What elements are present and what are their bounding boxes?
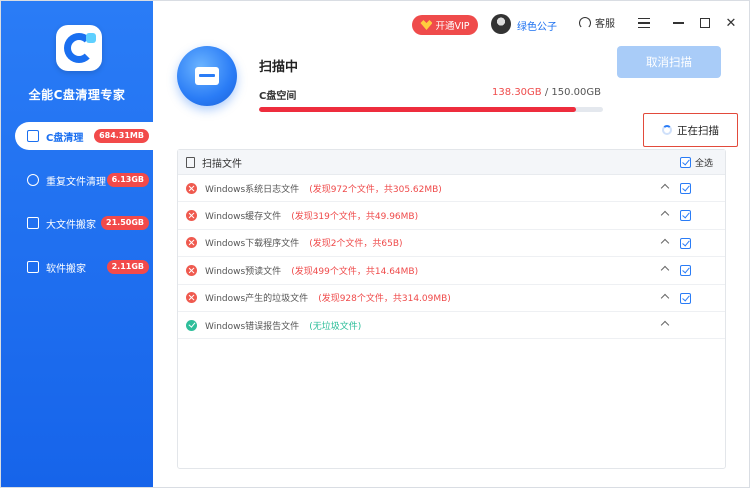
checkbox[interactable] bbox=[680, 237, 691, 249]
error-circle-icon bbox=[186, 210, 197, 222]
disk-separator: / bbox=[541, 87, 552, 98]
spinner-icon bbox=[662, 125, 672, 135]
item-name: Windows下载程序文件 bbox=[205, 239, 300, 250]
disk-space-values: 138.30GB / 150.00GB bbox=[492, 87, 601, 98]
list-item[interactable]: Windows系统日志文件 (发现972个文件，共305.62MB) bbox=[178, 175, 725, 203]
checkbox[interactable] bbox=[679, 157, 691, 168]
error-circle-icon bbox=[186, 237, 197, 249]
error-circle-icon bbox=[186, 182, 197, 194]
item-name: Windows预读文件 bbox=[205, 266, 282, 277]
chevron-up-icon[interactable] bbox=[660, 183, 670, 193]
vip-label: 开通VIP bbox=[435, 21, 470, 32]
sidebar: 全能C盘清理专家 C盘清理 684.31MB 重复文件清理 6.13GB 大文件… bbox=[1, 1, 153, 487]
logo-sparkle-icon bbox=[86, 33, 96, 43]
minimize-button[interactable] bbox=[669, 14, 687, 32]
item-name: Windows错误报告文件 bbox=[205, 321, 300, 332]
item-detail: (发现319个文件，共49.96MB) bbox=[291, 212, 419, 223]
scan-title: 扫描中 bbox=[259, 60, 299, 75]
headset-icon bbox=[579, 16, 591, 29]
diamond-icon bbox=[420, 20, 433, 30]
item-detail: (发现2个文件，共65B) bbox=[309, 239, 403, 250]
chevron-up-icon[interactable] bbox=[660, 265, 670, 275]
move-file-icon bbox=[27, 217, 39, 229]
menu-icon bbox=[638, 18, 650, 28]
sidebar-item-software-move[interactable]: 软件搬家 2.11GB bbox=[15, 253, 153, 281]
checkbox[interactable] bbox=[680, 210, 691, 222]
checkbox[interactable] bbox=[680, 265, 691, 277]
sidebar-item-large-file-move[interactable]: 大文件搬家 21.50GB bbox=[15, 209, 153, 237]
scan-file-list: Windows系统日志文件 (发现972个文件，共305.62MB) Windows… bbox=[178, 175, 725, 340]
app-logo bbox=[56, 25, 102, 71]
software-icon bbox=[27, 261, 39, 273]
sidebar-item-duplicate-clean[interactable]: 重复文件清理 6.13GB bbox=[15, 166, 153, 194]
error-circle-icon bbox=[186, 264, 197, 276]
avatar[interactable] bbox=[491, 14, 511, 34]
item-detail: (发现499个文件，共14.64MB) bbox=[291, 266, 419, 277]
size-badge: 21.50GB bbox=[101, 216, 149, 230]
scan-file-panel: 扫描文件 全选 Windows系统日志文件 (发现972个文件，共305.62MB… bbox=[177, 149, 726, 469]
error-circle-icon bbox=[186, 292, 197, 304]
drive-icon bbox=[195, 67, 219, 85]
service-label: 客服 bbox=[595, 19, 615, 30]
panel-header: 扫描文件 全选 bbox=[178, 150, 725, 175]
scan-status: 正在扫描 bbox=[643, 113, 738, 147]
scan-disk-icon bbox=[177, 46, 237, 106]
item-detail: (无垃圾文件) bbox=[309, 321, 362, 332]
check-circle-icon bbox=[186, 319, 197, 331]
disk-used: 138.30GB bbox=[492, 87, 542, 98]
chevron-up-icon[interactable] bbox=[660, 238, 670, 248]
item-name: Windows产生的垃圾文件 bbox=[205, 294, 309, 305]
list-item[interactable]: Windows错误报告文件 (无垃圾文件) bbox=[178, 312, 725, 340]
item-name: Windows缓存文件 bbox=[205, 212, 282, 223]
close-button[interactable]: ✕ bbox=[722, 14, 740, 32]
item-detail: (发现928个文件，共314.09MB) bbox=[318, 294, 451, 305]
size-badge: 2.11GB bbox=[106, 260, 149, 274]
scan-status-label: 正在扫描 bbox=[677, 124, 719, 137]
app-window: 全能C盘清理专家 C盘清理 684.31MB 重复文件清理 6.13GB 大文件… bbox=[0, 0, 750, 488]
size-badge: 6.13GB bbox=[106, 173, 149, 187]
checkbox[interactable] bbox=[680, 183, 691, 194]
disk-total: 150.00GB bbox=[551, 87, 601, 98]
close-icon: ✕ bbox=[725, 15, 737, 31]
disk-usage-bar bbox=[259, 107, 603, 112]
username[interactable]: 绿色公子 bbox=[517, 18, 557, 33]
checkbox[interactable] bbox=[680, 292, 691, 304]
chevron-up-icon[interactable] bbox=[660, 320, 670, 330]
list-item[interactable]: Windows缓存文件 (发现319个文件，共49.96MB) bbox=[178, 202, 725, 230]
chevron-up-icon[interactable] bbox=[660, 211, 670, 220]
item-name: Windows系统日志文件 bbox=[205, 184, 300, 195]
maximize-button[interactable] bbox=[696, 14, 714, 32]
file-icon bbox=[186, 156, 195, 168]
panel-title: 扫描文件 bbox=[202, 158, 242, 170]
maximize-icon bbox=[700, 18, 710, 28]
disk-space-label: C盘空间 bbox=[259, 91, 297, 102]
menu-button[interactable] bbox=[635, 14, 653, 32]
item-detail: (发现972个文件，共305.62MB) bbox=[309, 184, 442, 195]
cancel-scan-button[interactable]: 取消扫描 bbox=[617, 46, 721, 78]
size-badge: 684.31MB bbox=[94, 129, 149, 143]
select-all-checkbox[interactable]: 全选 bbox=[679, 156, 713, 169]
sidebar-item-c-clean[interactable]: C盘清理 684.31MB bbox=[15, 122, 153, 150]
select-all-label: 全选 bbox=[694, 159, 713, 169]
customer-service-button[interactable]: 客服 bbox=[579, 15, 615, 30]
list-item[interactable]: Windows下载程序文件 (发现2个文件，共65B) bbox=[178, 230, 725, 258]
open-vip-button[interactable]: 开通VIP bbox=[412, 15, 478, 35]
disk-usage-fill bbox=[259, 107, 577, 112]
minimize-icon bbox=[672, 22, 684, 24]
duplicate-icon bbox=[27, 174, 39, 186]
list-item[interactable]: Windows预读文件 (发现499个文件，共14.64MB) bbox=[178, 257, 725, 285]
app-title: 全能C盘清理专家 bbox=[28, 88, 126, 102]
chevron-up-icon[interactable] bbox=[660, 293, 670, 302]
list-item[interactable]: Windows产生的垃圾文件 (发现928个文件，共314.09MB) bbox=[178, 285, 725, 312]
disk-icon bbox=[27, 130, 39, 142]
